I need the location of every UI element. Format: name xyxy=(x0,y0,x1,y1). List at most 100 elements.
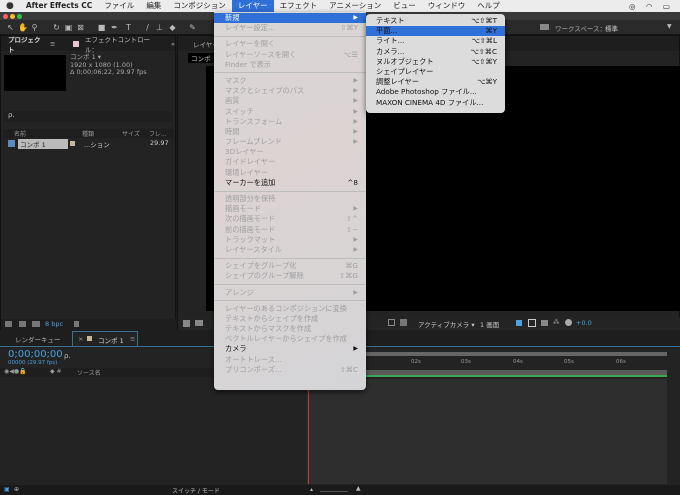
fast-previews-icon[interactable] xyxy=(528,319,536,327)
timeline-icon[interactable] xyxy=(541,320,548,326)
tab-comp[interactable]: コンポ xyxy=(188,53,214,63)
close-window-button[interactable] xyxy=(3,13,8,19)
status-icons[interactable]: ◎ ◠ ▭ xyxy=(629,2,674,11)
menu-item[interactable]: ガイドレイヤー xyxy=(214,157,366,167)
column-type[interactable]: 種類 xyxy=(82,129,94,138)
brush-tool-icon[interactable]: / xyxy=(143,23,152,32)
selection-tool-icon[interactable]: ↖ xyxy=(6,23,15,32)
tab-project[interactable]: プロジェクト xyxy=(8,34,44,54)
camera-select[interactable]: アクティブカメラ ▾ xyxy=(418,319,475,329)
column-name[interactable]: 名前 xyxy=(14,129,26,138)
hand-tool-icon[interactable]: ✋ xyxy=(18,23,28,32)
current-time-display[interactable]: 0;00;00;00 xyxy=(8,349,63,360)
more-tabs-icon[interactable]: » xyxy=(171,40,175,48)
region-of-interest-icon[interactable] xyxy=(388,319,395,326)
menu-item[interactable]: 画質 ▶ xyxy=(214,96,366,106)
menu-item[interactable]: アレンジ ▶ xyxy=(214,288,366,298)
menu-item[interactable]: マーカーを追加 ^8 xyxy=(214,178,366,188)
zoom-in-icon[interactable]: ▲ xyxy=(356,485,361,492)
menu-item[interactable]: フレームブレンド ▶ xyxy=(214,137,366,147)
menu-item[interactable]: 次の描画モード ⇧^ xyxy=(214,214,366,224)
type-tool-icon[interactable]: T xyxy=(124,23,133,32)
menu-7[interactable]: ビュー xyxy=(387,0,422,12)
menu-item[interactable]: MAXON CINEMA 4D ファイル... xyxy=(366,98,505,108)
menu-item[interactable]: オートトレース... xyxy=(214,355,366,365)
tab-comp-1[interactable]: × コンポ 1 ≡ xyxy=(72,331,138,347)
menu-item[interactable]: 前の描画モード ⇧− xyxy=(214,225,366,235)
column-source-name[interactable]: ソース名 xyxy=(77,368,101,377)
menu-item[interactable]: 新規 ▶ xyxy=(214,13,366,24)
eraser-tool-icon[interactable]: ◆ xyxy=(168,23,177,32)
new-composition-icon[interactable] xyxy=(32,321,40,327)
rotate-tool-icon[interactable]: ↻ xyxy=(52,23,61,32)
panel-menu-icon[interactable]: ≡ xyxy=(130,335,135,343)
menu-item[interactable]: レイヤーのあるコンポジションに変換 xyxy=(214,304,366,314)
transparency-grid-icon[interactable] xyxy=(400,319,407,326)
menu-item[interactable]: カメラ ▶ xyxy=(214,344,366,354)
workspace-select[interactable]: 標準 xyxy=(605,23,618,33)
menu-item[interactable]: 環境レイヤー xyxy=(214,168,366,178)
roto-brush-tool-icon[interactable]: ✎ xyxy=(188,23,197,32)
menu-9[interactable]: ヘルプ xyxy=(471,0,506,12)
menu-1[interactable]: ファイル xyxy=(98,0,140,12)
menu-item[interactable]: シェイプレイヤー xyxy=(366,67,505,77)
bit-depth-button[interactable]: 8 bpc xyxy=(45,320,63,328)
comp-flowchart-icon[interactable]: ▣ xyxy=(4,486,10,493)
always-preview-icon[interactable] xyxy=(183,320,190,327)
menu-item[interactable]: スイッチ ▶ xyxy=(214,107,366,117)
camera-tool-icon[interactable]: ▣ xyxy=(64,23,73,32)
clone-stamp-tool-icon[interactable]: ⊥ xyxy=(155,23,164,32)
menu-item[interactable]: ライト... ⌥⇧⌘L xyxy=(366,36,505,46)
menu-item[interactable]: ベクトルレイヤーからシェイプを作成 xyxy=(214,334,366,344)
menu-item[interactable]: レイヤーソースを開く ⌥☰ xyxy=(214,50,366,60)
pen-tool-icon[interactable]: ✒ xyxy=(110,23,119,32)
menu-8[interactable]: ウィンドウ xyxy=(422,0,472,12)
menu-item[interactable]: テキストからマスクを作成 xyxy=(214,324,366,334)
menu-item[interactable]: 3Dレイヤー xyxy=(214,147,366,157)
exposure-icon[interactable] xyxy=(565,319,572,326)
menu-item[interactable]: 描画モード ▶ xyxy=(214,204,366,214)
menu-item[interactable]: プリコンポーズ... ⇧⌘C xyxy=(214,365,366,375)
apple-menu-icon[interactable]: ● xyxy=(0,0,20,12)
menu-item[interactable]: シェイプをグループ化 ⌘G xyxy=(214,261,366,271)
menu-item[interactable]: カメラ... ⌥⇧⌘C xyxy=(366,47,505,57)
zoom-window-button[interactable] xyxy=(17,13,22,19)
menu-item[interactable]: トラックマット ▶ xyxy=(214,235,366,245)
flowchart-icon[interactable]: ⁂ xyxy=(553,318,560,326)
pan-behind-tool-icon[interactable]: ⊠ xyxy=(76,23,85,32)
workspace-chevron-down-icon[interactable]: ▼ xyxy=(667,23,672,30)
table-row[interactable]: コンポ 1 ...ション 29.97 xyxy=(4,139,174,149)
menu-item[interactable]: ヌルオブジェクト ⌥⇧⌘Y xyxy=(366,57,505,67)
menu-6[interactable]: アニメーション xyxy=(323,0,387,12)
column-size[interactable]: サイズ xyxy=(122,129,140,138)
project-search-input[interactable]: ρ. xyxy=(4,111,172,122)
view-layout-select[interactable]: 1 画面 xyxy=(480,319,499,329)
menu-item[interactable]: レイヤーを開く xyxy=(214,39,366,49)
menu-item[interactable]: 調整レイヤー ⌥⌘Y xyxy=(366,77,505,87)
menu-4[interactable]: レイヤー xyxy=(231,0,274,12)
timeline-search-icon[interactable]: ρ. xyxy=(64,352,71,360)
interpret-footage-icon[interactable] xyxy=(5,321,12,327)
menu-item[interactable]: 平面... ⌘Y xyxy=(366,26,505,37)
zoom-tool-icon[interactable]: ⚲ xyxy=(30,23,39,32)
menu-item[interactable]: マスクとシェイプのパス ▶ xyxy=(214,86,366,96)
column-frame-rate[interactable]: フレ... xyxy=(149,129,167,138)
menu-item[interactable]: シェイプのグループ解除 ⇧⌘G xyxy=(214,271,366,281)
exposure-value[interactable]: +0.0 xyxy=(576,319,592,327)
menu-item[interactable]: レイヤースタイル ▶ xyxy=(214,245,366,255)
toggle-pixel-aspect-icon[interactable] xyxy=(516,320,522,326)
menu-5[interactable]: エフェクト xyxy=(274,0,324,12)
menu-3[interactable]: コンポジション xyxy=(167,0,232,12)
new-folder-icon[interactable] xyxy=(19,321,26,327)
tab-effect-controls[interactable]: エフェクトコントロール： xyxy=(85,34,157,54)
close-tab-icon[interactable]: × xyxy=(78,335,83,343)
menu-item[interactable]: 透明部分を保持 xyxy=(214,194,366,204)
menu-item[interactable]: テキストからシェイプを作成 xyxy=(214,314,366,324)
tab-render-queue[interactable]: レンダーキュー xyxy=(15,334,61,344)
frame-blending-icon[interactable]: ⊕ xyxy=(14,486,19,493)
menu-item[interactable]: トランスフォーム ▶ xyxy=(214,117,366,127)
monitor-icon[interactable] xyxy=(195,320,203,326)
trash-icon[interactable] xyxy=(74,321,79,327)
menu-item[interactable]: テキスト ⌥⇧⌘T xyxy=(366,16,505,26)
zoom-slider[interactable] xyxy=(320,487,348,492)
